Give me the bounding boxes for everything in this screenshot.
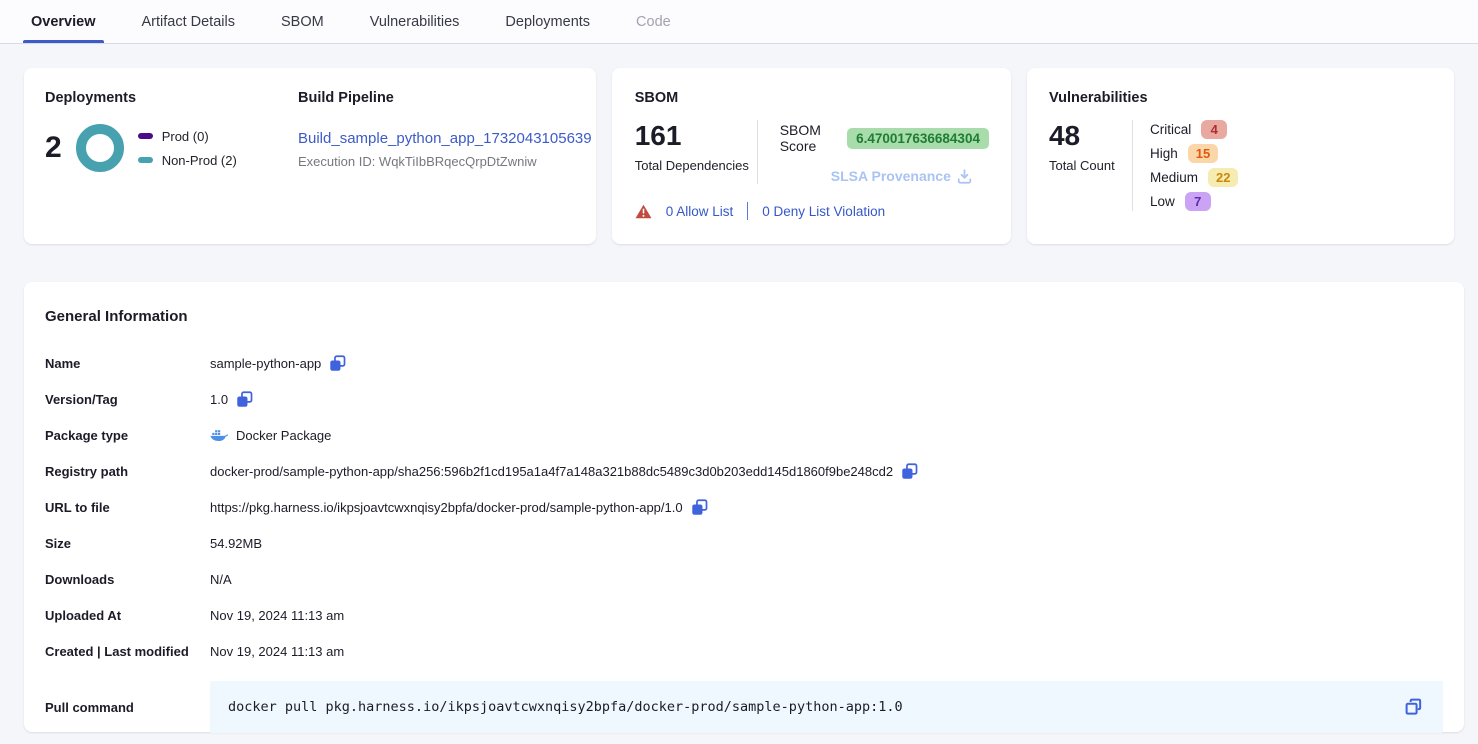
info-row-registry-path: Registry path docker-prod/sample-python-… <box>45 453 1443 489</box>
severity-low-label: Low <box>1150 194 1175 209</box>
severity-row-critical: Critical 4 <box>1150 120 1238 139</box>
package-type-value: Docker Package <box>236 428 331 443</box>
severity-medium-count-badge: 22 <box>1208 168 1238 187</box>
copy-icon[interactable] <box>236 391 253 408</box>
deployments-card: Deployments 2 Prod (0) Non-Prod (2) Buil… <box>24 68 596 244</box>
tab-sbom[interactable]: SBOM <box>281 0 324 43</box>
downloads-value: N/A <box>210 572 232 587</box>
severity-critical-label: Critical <box>1150 122 1191 137</box>
sbom-score-label: SBOM Score <box>780 122 839 154</box>
sbom-total-dependencies-count: 161 <box>635 120 757 152</box>
size-label: Size <box>45 536 210 551</box>
created-modified-value: Nov 19, 2024 11:13 am <box>210 644 344 659</box>
severity-critical-count-badge: 4 <box>1201 120 1227 139</box>
registry-path-value: docker-prod/sample-python-app/sha256:596… <box>210 464 893 479</box>
info-row-downloads: Downloads N/A <box>45 561 1443 597</box>
links-divider <box>747 202 748 220</box>
url-to-file-value: https://pkg.harness.io/ikpsjoavtcwxnqisy… <box>210 500 683 515</box>
prod-swatch-icon <box>138 133 153 139</box>
size-value: 54.92MB <box>210 536 262 551</box>
tab-artifact-details[interactable]: Artifact Details <box>142 0 235 43</box>
info-row-size: Size 54.92MB <box>45 525 1443 561</box>
url-to-file-label: URL to file <box>45 500 210 515</box>
info-row-pull-command: Pull command docker pull pkg.harness.io/… <box>45 681 1443 733</box>
created-modified-label: Created | Last modified <box>45 644 210 659</box>
name-label: Name <box>45 356 210 371</box>
vulnerabilities-card: Vulnerabilities 48 Total Count Critical … <box>1027 68 1454 244</box>
pull-command-value: docker pull pkg.harness.io/ikpsjoavtcwxn… <box>228 699 1404 715</box>
general-information-title: General Information <box>45 308 1443 325</box>
execution-id-text: Execution ID: WqkTiIbBRqecQrpDtZwniw <box>298 154 592 169</box>
downloads-label: Downloads <box>45 572 210 587</box>
sbom-card: SBOM 161 Total Dependencies SBOM Score 6… <box>612 68 1011 244</box>
severity-high-label: High <box>1150 146 1178 161</box>
warning-triangle-icon <box>635 204 652 219</box>
copy-icon[interactable] <box>901 463 918 480</box>
info-row-version: Version/Tag 1.0 <box>45 381 1443 417</box>
uploaded-at-label: Uploaded At <box>45 608 210 623</box>
sbom-score-badge: 6.470017636684304 <box>847 128 989 149</box>
tab-vulnerabilities[interactable]: Vulnerabilities <box>370 0 460 43</box>
version-label: Version/Tag <box>45 392 210 407</box>
deployments-donut-chart <box>76 124 124 172</box>
tab-code[interactable]: Code <box>636 0 671 43</box>
tab-bar: Overview Artifact Details SBOM Vulnerabi… <box>0 0 1478 44</box>
download-icon[interactable] <box>957 169 972 184</box>
name-value: sample-python-app <box>210 356 321 371</box>
docker-whale-icon <box>210 428 228 442</box>
build-pipeline-link[interactable]: Build_sample_python_app_1732043105639 <box>298 130 592 147</box>
vulnerabilities-total-count: 48 <box>1049 120 1132 152</box>
tab-overview[interactable]: Overview <box>31 0 96 43</box>
info-row-created-modified: Created | Last modified Nov 19, 2024 11:… <box>45 633 1443 669</box>
registry-path-label: Registry path <box>45 464 210 479</box>
package-type-label: Package type <box>45 428 210 443</box>
deployments-total-count: 2 <box>45 131 62 165</box>
severity-high-count-badge: 15 <box>1188 144 1218 163</box>
deployments-title: Deployments <box>45 90 277 106</box>
legend-item-prod: Prod (0) <box>138 129 237 144</box>
info-row-url: URL to file https://pkg.harness.io/ikpsj… <box>45 489 1443 525</box>
severity-row-high: High 15 <box>1150 144 1238 163</box>
version-value: 1.0 <box>210 392 228 407</box>
copy-icon[interactable] <box>329 355 346 372</box>
pull-command-label: Pull command <box>45 700 210 715</box>
sbom-title: SBOM <box>635 90 989 106</box>
deployments-legend: Prod (0) Non-Prod (2) <box>138 129 237 168</box>
copy-icon[interactable] <box>691 499 708 516</box>
pull-command-box: docker pull pkg.harness.io/ikpsjoavtcwxn… <box>210 681 1443 733</box>
uploaded-at-value: Nov 19, 2024 11:13 am <box>210 608 344 623</box>
legend-prod-label: Prod (0) <box>162 129 209 144</box>
info-row-name: Name sample-python-app <box>45 345 1443 381</box>
general-information-card: General Information Name sample-python-a… <box>24 282 1464 732</box>
pull-command-copy-icon[interactable] <box>1404 698 1423 717</box>
legend-item-nonprod: Non-Prod (2) <box>138 153 237 168</box>
info-row-uploaded-at: Uploaded At Nov 19, 2024 11:13 am <box>45 597 1443 633</box>
severity-medium-label: Medium <box>1150 170 1198 185</box>
allow-list-link[interactable]: 0 Allow List <box>666 204 734 219</box>
build-pipeline-title: Build Pipeline <box>298 90 592 106</box>
sbom-total-label: Total Dependencies <box>635 158 757 173</box>
severity-row-medium: Medium 22 <box>1150 168 1238 187</box>
vulnerabilities-total-label: Total Count <box>1049 158 1132 173</box>
summary-cards-row: Deployments 2 Prod (0) Non-Prod (2) Buil… <box>24 68 1454 244</box>
severity-low-count-badge: 7 <box>1185 192 1211 211</box>
deny-list-violation-link[interactable]: 0 Deny List Violation <box>762 204 885 219</box>
slsa-provenance-link[interactable]: SLSA Provenance <box>831 168 951 184</box>
severity-row-low: Low 7 <box>1150 192 1238 211</box>
info-row-package-type: Package type Docker Package <box>45 417 1443 453</box>
vulnerabilities-title: Vulnerabilities <box>1049 90 1432 106</box>
tab-deployments[interactable]: Deployments <box>505 0 590 43</box>
nonprod-swatch-icon <box>138 157 153 163</box>
legend-nonprod-label: Non-Prod (2) <box>162 153 237 168</box>
severity-list: Critical 4 High 15 Medium 22 Low 7 <box>1133 120 1238 211</box>
